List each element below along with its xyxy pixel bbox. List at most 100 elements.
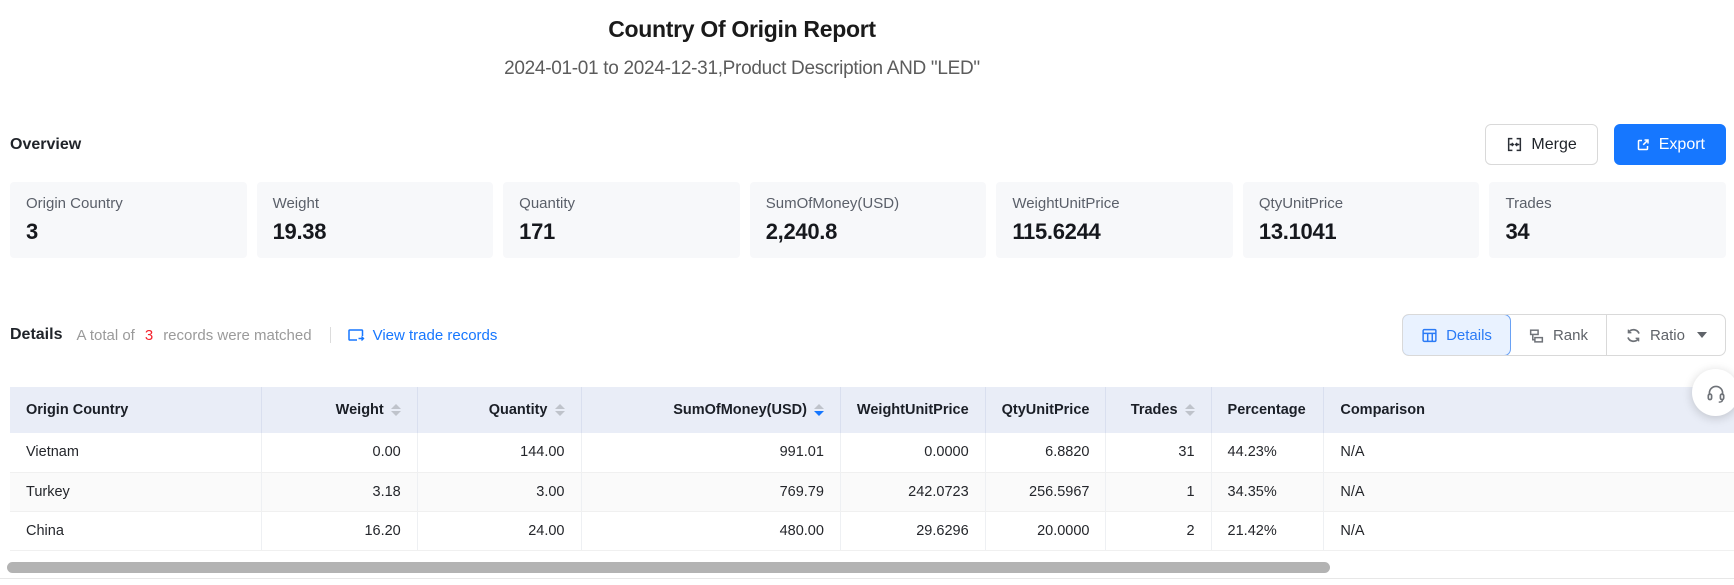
tab-ratio[interactable]: Ratio — [1607, 315, 1725, 355]
table-row-vietnam: Vietnam 0.00 144.00 991.01 0.0000 6.8820… — [10, 433, 1734, 472]
cell-percentage: 21.42% — [1211, 511, 1324, 550]
ratio-sync-icon — [1625, 327, 1642, 344]
stat-card-origin-country: Origin Country 3 — [10, 182, 247, 258]
export-button[interactable]: Export — [1614, 124, 1726, 165]
view-switcher: Details Rank — [1402, 314, 1726, 356]
column-header-weight-unit-price: WeightUnitPrice — [840, 387, 985, 433]
column-header-sum-of-money[interactable]: SumOfMoney(USD) — [581, 387, 840, 433]
stat-value: 19.38 — [273, 219, 478, 245]
horizontal-scrollbar[interactable] — [7, 562, 1330, 573]
column-label: Comparison — [1340, 402, 1425, 418]
view-trade-records-label: View trade records — [373, 327, 498, 344]
column-label: Trades — [1131, 402, 1178, 418]
stat-label: Origin Country — [26, 195, 231, 212]
chevron-down-icon — [1697, 332, 1707, 338]
stat-card-qty-unit-price: QtyUnitPrice 13.1041 — [1243, 182, 1480, 258]
cell-weight: 3.18 — [262, 472, 417, 511]
cell-weight-unit-price: 0.0000 — [840, 433, 985, 472]
stat-label: Weight — [273, 195, 478, 212]
cell-sum-of-money: 769.79 — [581, 472, 840, 511]
table-row-china: China 16.20 24.00 480.00 29.6296 20.0000… — [10, 511, 1734, 550]
cell-origin-country: China — [10, 511, 262, 550]
cell-percentage: 44.23% — [1211, 433, 1324, 472]
column-label: QtyUnitPrice — [1002, 402, 1090, 418]
stat-label: Trades — [1505, 195, 1710, 212]
stat-value: 115.6244 — [1012, 219, 1217, 245]
column-header-quantity[interactable]: Quantity — [417, 387, 581, 433]
view-trade-records-link[interactable]: View trade records — [347, 327, 498, 344]
matched-count: 3 — [145, 327, 153, 344]
merge-cells-icon — [1506, 136, 1523, 153]
cell-sum-of-money: 991.01 — [581, 433, 840, 472]
tab-ratio-label: Ratio — [1650, 327, 1685, 344]
cell-origin-country: Turkey — [10, 472, 262, 511]
divider — [330, 327, 331, 343]
stat-label: WeightUnitPrice — [1012, 195, 1217, 212]
details-table: Origin Country Weight Quantity SumOfMone… — [10, 387, 1734, 551]
cell-percentage: 34.35% — [1211, 472, 1324, 511]
sort-icon[interactable] — [391, 404, 401, 416]
stat-label: SumOfMoney(USD) — [766, 195, 971, 212]
stat-value: 34 — [1505, 219, 1710, 245]
stat-label: Quantity — [519, 195, 724, 212]
page-bottom-divider — [0, 578, 1734, 579]
cell-weight-unit-price: 242.0723 — [840, 472, 985, 511]
cell-trades: 2 — [1106, 511, 1211, 550]
rank-icon — [1528, 327, 1545, 344]
stat-value: 2,240.8 — [766, 219, 971, 245]
trade-records-icon — [347, 327, 365, 343]
cell-comparison: N/A — [1324, 433, 1734, 472]
stat-card-quantity: Quantity 171 — [503, 182, 740, 258]
column-label: Origin Country — [26, 402, 128, 418]
cell-weight: 16.20 — [262, 511, 417, 550]
cell-qty-unit-price: 6.8820 — [985, 433, 1106, 472]
details-summary: Details A total of 3 records were matche… — [10, 326, 497, 344]
stat-card-trades: Trades 34 — [1489, 182, 1726, 258]
cell-comparison: N/A — [1324, 511, 1734, 550]
sort-icon-active-desc[interactable] — [814, 404, 824, 416]
tab-rank-label: Rank — [1553, 327, 1588, 344]
merge-button[interactable]: Merge — [1485, 124, 1597, 165]
column-header-origin-country: Origin Country — [10, 387, 262, 433]
tab-details-label: Details — [1446, 327, 1492, 344]
cell-qty-unit-price: 256.5967 — [985, 472, 1106, 511]
column-label: Weight — [336, 402, 384, 418]
details-table-wrap: Origin Country Weight Quantity SumOfMone… — [0, 387, 1734, 551]
stat-value: 3 — [26, 219, 231, 245]
tab-details[interactable]: Details — [1402, 314, 1511, 356]
stat-card-weight: Weight 19.38 — [257, 182, 494, 258]
cell-qty-unit-price: 20.0000 — [985, 511, 1106, 550]
sort-icon[interactable] — [555, 404, 565, 416]
cell-quantity: 24.00 — [417, 511, 581, 550]
stat-value: 13.1041 — [1259, 219, 1464, 245]
cell-sum-of-money: 480.00 — [581, 511, 840, 550]
column-header-weight[interactable]: Weight — [262, 387, 417, 433]
country-of-origin-report-page: Country Of Origin Report 2024-01-01 to 2… — [0, 0, 1734, 585]
support-float-button[interactable] — [1692, 369, 1734, 416]
column-header-trades[interactable]: Trades — [1106, 387, 1211, 433]
stat-card-sum-of-money: SumOfMoney(USD) 2,240.8 — [750, 182, 987, 258]
cell-weight-unit-price: 29.6296 — [840, 511, 985, 550]
stat-value: 171 — [519, 219, 724, 245]
table-header-row: Origin Country Weight Quantity SumOfMone… — [10, 387, 1734, 433]
column-header-qty-unit-price: QtyUnitPrice — [985, 387, 1106, 433]
overview-heading: Overview — [10, 136, 81, 154]
stat-label: QtyUnitPrice — [1259, 195, 1464, 212]
page-title: Country Of Origin Report — [0, 16, 1484, 43]
column-label: SumOfMoney(USD) — [673, 402, 807, 418]
cell-trades: 1 — [1106, 472, 1211, 511]
stat-card-weight-unit-price: WeightUnitPrice 115.6244 — [996, 182, 1233, 258]
column-header-percentage: Percentage — [1211, 387, 1324, 433]
toolbar: Merge Export — [1485, 124, 1726, 165]
column-label: Quantity — [489, 402, 548, 418]
report-subtitle: 2024-01-01 to 2024-12-31,Product Descrip… — [0, 58, 1484, 80]
details-heading: Details — [10, 326, 62, 344]
cell-weight: 0.00 — [262, 433, 417, 472]
export-button-label: Export — [1659, 136, 1705, 154]
total-prefix: A total of — [76, 327, 134, 344]
tab-rank[interactable]: Rank — [1510, 315, 1607, 355]
table-grid-icon — [1421, 327, 1438, 344]
cell-origin-country: Vietnam — [10, 433, 262, 472]
sort-icon[interactable] — [1185, 404, 1195, 416]
cell-quantity: 3.00 — [417, 472, 581, 511]
